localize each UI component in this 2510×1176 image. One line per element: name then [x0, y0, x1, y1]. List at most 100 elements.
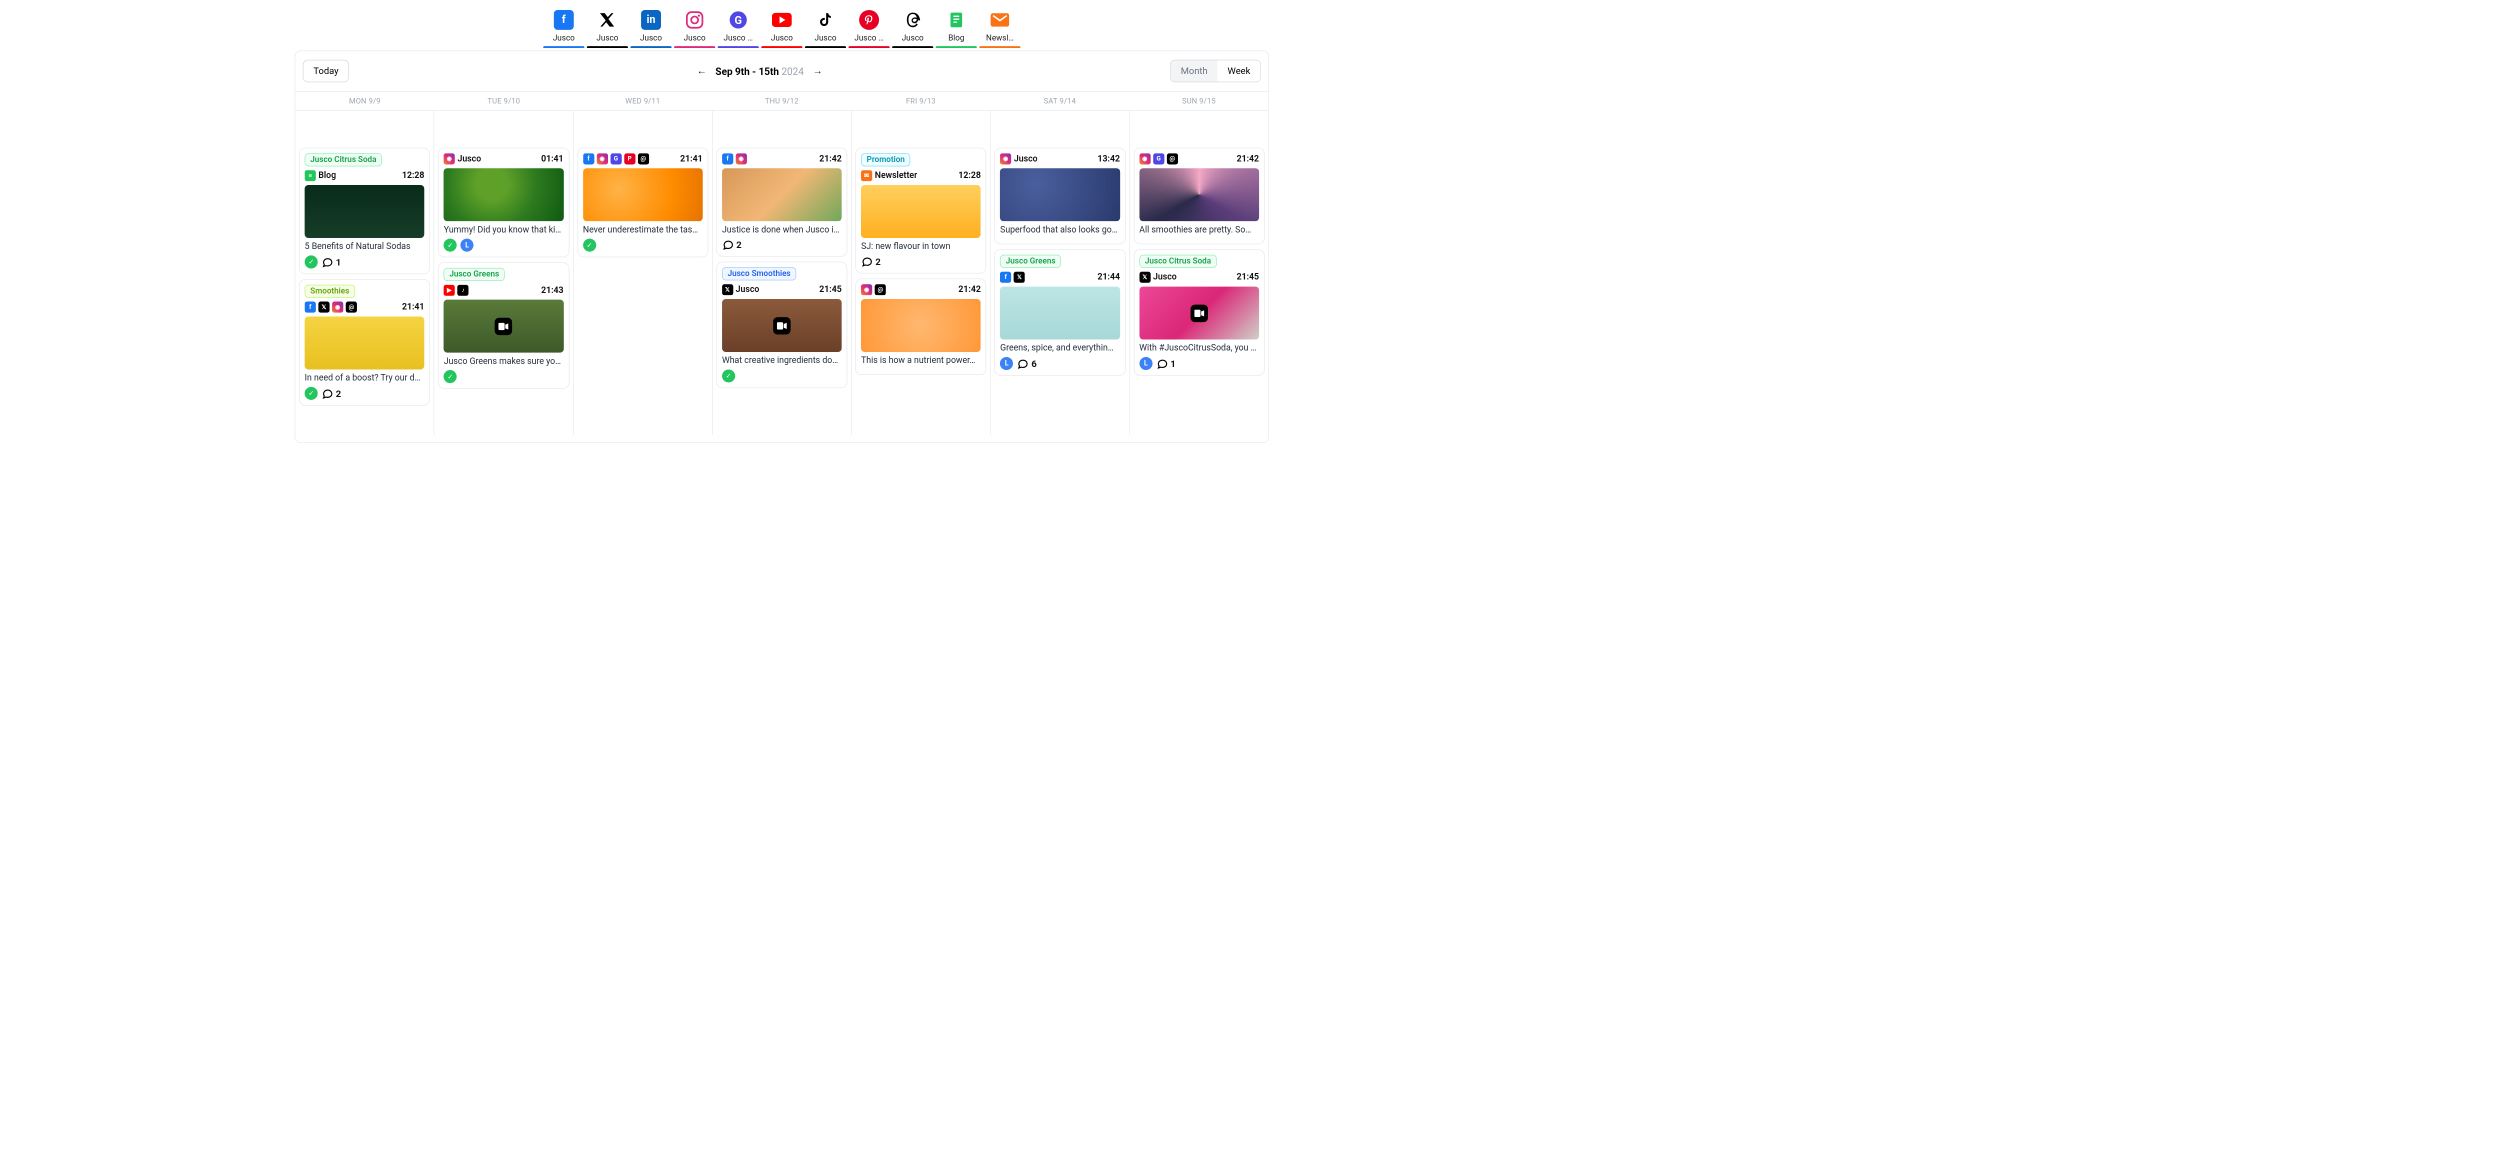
google-icon: G: [1153, 153, 1164, 164]
channel-linkedin[interactable]: inJusco: [629, 10, 673, 47]
video-icon: [1190, 304, 1207, 321]
facebook-icon: f: [583, 153, 594, 164]
threads-icon: @: [1167, 153, 1178, 164]
post-caption: With #JuscoCitrusSoda, you …: [1139, 343, 1259, 353]
channel-blog[interactable]: Blog: [935, 10, 979, 47]
channel-x[interactable]: Jusco: [586, 10, 630, 47]
post-tag: Smoothies: [305, 285, 355, 298]
day-column-sun: ◉G@21:42All smoothies are pretty. So…Jus…: [1130, 111, 1268, 435]
channel-label: Newsl…: [978, 34, 1022, 43]
post-card[interactable]: ◉@21:42This is how a nutrient power…: [855, 278, 986, 375]
channel-newsletter[interactable]: Newsl…: [978, 10, 1022, 47]
day-headers: MON 9/9TUE 9/10WED 9/11THU 9/12FRI 9/13S…: [295, 91, 1268, 111]
calendar-grid: Jusco Citrus Soda≡Blog12:285 Benefits of…: [295, 111, 1268, 435]
day-header: SAT 9/14: [990, 92, 1129, 111]
date-range-nav: ← Sep 9th - 15th 2024 →: [697, 65, 823, 77]
post-card[interactable]: ◉Jusco01:41Yummy! Did you know that ki…✓…: [438, 148, 569, 258]
channel-facebook[interactable]: fJusco: [542, 10, 586, 47]
post-channel-label: Newsletter: [875, 171, 917, 181]
post-channel-label: Blog: [318, 171, 336, 181]
post-footer: L1: [1139, 357, 1259, 370]
calendar-header: Today ← Sep 9th - 15th 2024 → Month Week: [295, 51, 1268, 91]
channel-threads[interactable]: Jusco: [891, 10, 935, 47]
channel-google[interactable]: GJusco …: [716, 10, 760, 47]
pinterest-icon: P: [624, 153, 635, 164]
post-card[interactable]: Smoothiesf𝕏◉@21:41In need of a boost? Tr…: [299, 279, 430, 405]
google-icon: G: [610, 153, 621, 164]
next-week-button[interactable]: →: [813, 65, 823, 77]
post-tag: Jusco Greens: [1000, 255, 1061, 268]
post-card[interactable]: Promotion✉Newsletter12:28SJ: new flavour…: [855, 148, 986, 274]
channel-tiktok[interactable]: Jusco: [804, 10, 848, 47]
post-title: 5 Benefits of Natural Sodas: [305, 242, 425, 252]
post-channel-label: Jusco: [736, 285, 760, 295]
status-scheduled-icon: L: [461, 239, 474, 252]
instagram-icon: ◉: [597, 153, 608, 164]
post-tag: Jusco Greens: [444, 268, 505, 281]
day-column-wed: f◉GP@21:41 Never underestimate the tas… ✓: [574, 111, 713, 435]
post-footer: ✓: [722, 369, 842, 382]
post-footer: ✓1: [305, 255, 425, 268]
status-approved-icon: ✓: [444, 370, 457, 383]
post-card[interactable]: f◉GP@21:41 Never underestimate the tas… ✓: [577, 148, 708, 258]
post-time: 21:41: [680, 154, 702, 164]
channel-instagram[interactable]: Jusco: [673, 10, 717, 47]
post-time: 21:45: [819, 285, 841, 295]
prev-week-button[interactable]: ←: [697, 65, 707, 77]
post-card[interactable]: Jusco Greens▶♪21:43Jusco Greens makes su…: [438, 262, 569, 388]
date-range: Sep 9th - 15th 2024: [715, 65, 803, 77]
tiktok-icon: ♪: [457, 285, 468, 296]
today-button[interactable]: Today: [303, 60, 349, 82]
post-time: 21:42: [958, 285, 980, 295]
channel-pinterest[interactable]: Jusco …: [847, 10, 891, 47]
post-card[interactable]: ◉Jusco13:42Superfood that also looks go…: [995, 148, 1126, 245]
comment-count: 2: [861, 255, 881, 267]
post-card[interactable]: Jusco Citrus Soda𝕏Jusco21:45With #JuscoC…: [1134, 249, 1265, 375]
post-time: 21:42: [819, 154, 841, 164]
post-card[interactable]: f◉21:42Justice is done when Jusco i…2: [716, 148, 847, 257]
channel-label: Jusco …: [716, 34, 760, 43]
x-icon: 𝕏: [1014, 272, 1025, 283]
comment-count: 2: [722, 239, 742, 251]
channel-label: Blog: [935, 34, 979, 43]
day-column-fri: Promotion✉Newsletter12:28SJ: new flavour…: [852, 111, 991, 435]
post-time: 01:41: [541, 154, 563, 164]
instagram-icon: ◉: [444, 153, 455, 164]
post-card[interactable]: Jusco Smoothies𝕏Jusco21:45What creative …: [716, 262, 847, 388]
post-thumbnail: [1139, 287, 1259, 340]
post-tag: Promotion: [861, 153, 910, 166]
post-thumbnail: [305, 316, 425, 369]
post-caption: Greens, spice, and everythin…: [1000, 343, 1120, 353]
video-icon: [773, 317, 790, 334]
week-view-button[interactable]: Week: [1218, 60, 1261, 81]
post-footer: ✓: [583, 239, 703, 252]
post-footer: ✓L: [444, 239, 564, 252]
post-card[interactable]: ◉G@21:42All smoothies are pretty. So…: [1134, 148, 1265, 245]
channel-youtube[interactable]: Jusco: [760, 10, 804, 47]
post-caption: In need of a boost? Try our d…: [305, 373, 425, 383]
threads-icon: @: [638, 153, 649, 164]
channel-label: Jusco: [542, 34, 586, 43]
post-card[interactable]: Jusco Citrus Soda≡Blog12:285 Benefits of…: [299, 148, 430, 274]
post-footer: ✓2: [305, 387, 425, 400]
instagram-icon: ◉: [736, 153, 747, 164]
post-caption: What creative ingredients do…: [722, 356, 842, 366]
post-card[interactable]: Jusco Greensf𝕏21:44Greens, spice, and ev…: [995, 249, 1126, 375]
post-caption: Never underestimate the tas…: [583, 225, 703, 235]
comment-count: 1: [321, 256, 341, 268]
post-footer: 2: [722, 239, 842, 251]
month-view-button[interactable]: Month: [1171, 60, 1218, 81]
post-thumbnail: [722, 299, 842, 352]
post-time: 13:42: [1097, 154, 1119, 164]
channel-label: Jusco: [760, 34, 804, 43]
channel-label: Jusco …: [847, 34, 891, 43]
post-footer: L6: [1000, 357, 1120, 370]
instagram-icon: ◉: [332, 302, 343, 313]
day-header: SUN 9/15: [1129, 92, 1268, 111]
post-channel-label: Jusco: [457, 154, 481, 164]
x-icon: 𝕏: [1139, 272, 1150, 283]
status-scheduled-icon: L: [1139, 357, 1152, 370]
status-scheduled-icon: L: [1000, 357, 1013, 370]
comment-count: 2: [321, 387, 341, 399]
post-footer: ✓: [444, 370, 564, 383]
